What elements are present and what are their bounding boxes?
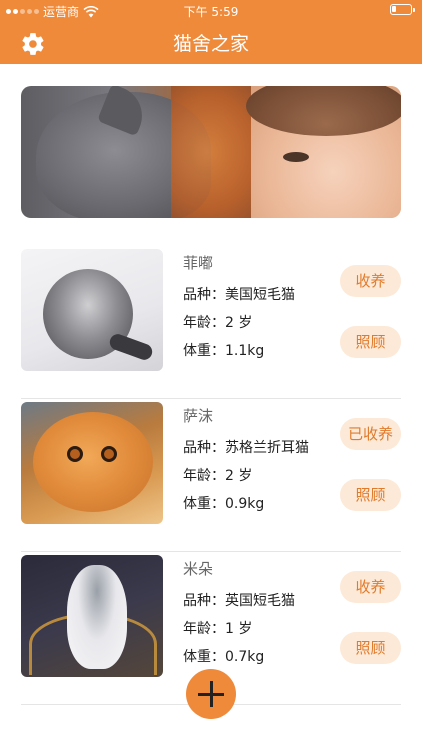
- cat-name: 萨沫: [183, 407, 214, 425]
- cat-breed: 品种：苏格兰折耳猫: [183, 440, 309, 456]
- adopt-button[interactable]: 收养: [340, 265, 401, 297]
- cat-breed: 品种：美国短毛猫: [183, 287, 295, 303]
- care-button[interactable]: 照顾: [340, 479, 401, 511]
- cat-eye: [101, 446, 117, 462]
- cat-photo[interactable]: [21, 249, 163, 371]
- ragdoll-cat-body: [67, 565, 127, 669]
- app-header: 运营商 下午 5:59 猫舍之家: [0, 0, 422, 64]
- cat-list-item[interactable]: 萨沫 品种：苏格兰折耳猫 年龄：2 岁 体重：0.9kg 已收养 照顾: [0, 402, 422, 552]
- cat-weight: 体重：0.7kg: [183, 649, 265, 665]
- battery-icon: [390, 4, 415, 15]
- page-title: 猫舍之家: [172, 33, 249, 55]
- adopt-button[interactable]: 收养: [340, 571, 401, 603]
- banner-eye: [283, 152, 309, 162]
- status-right: [390, 4, 415, 15]
- battery-fill: [392, 6, 396, 12]
- divider: [21, 398, 401, 399]
- cat-age: 年龄：2 岁: [183, 315, 253, 331]
- cat-age: 年龄：1 岁: [183, 621, 253, 637]
- cat-list-item[interactable]: 菲嘟 品种：美国短毛猫 年龄：2 岁 体重：1.1kg 收养 照顾: [0, 249, 422, 399]
- cat-weight: 体重：0.9kg: [183, 496, 265, 512]
- cat-name: 米朵: [183, 560, 214, 578]
- cat-photo[interactable]: [21, 555, 163, 677]
- banner-image[interactable]: [21, 86, 401, 218]
- adopted-button[interactable]: 已收养: [340, 418, 401, 450]
- cat-age: 年龄：2 岁: [183, 468, 253, 484]
- cat-breed: 品种：英国短毛猫: [183, 593, 295, 609]
- status-bar: 运营商 下午 5:59: [0, 0, 422, 20]
- add-cat-button[interactable]: [186, 669, 236, 719]
- cat-eye: [67, 446, 83, 462]
- care-button[interactable]: 照顾: [340, 326, 401, 358]
- cat-weight: 体重：1.1kg: [183, 343, 265, 359]
- cat-photo[interactable]: [21, 402, 163, 524]
- divider: [21, 551, 401, 552]
- fold-cat-body: [33, 412, 153, 512]
- care-button[interactable]: 照顾: [340, 632, 401, 664]
- status-time: 下午 5:59: [183, 5, 239, 19]
- tabby-cat-tail: [107, 331, 155, 363]
- cat-name: 菲嘟: [183, 254, 214, 272]
